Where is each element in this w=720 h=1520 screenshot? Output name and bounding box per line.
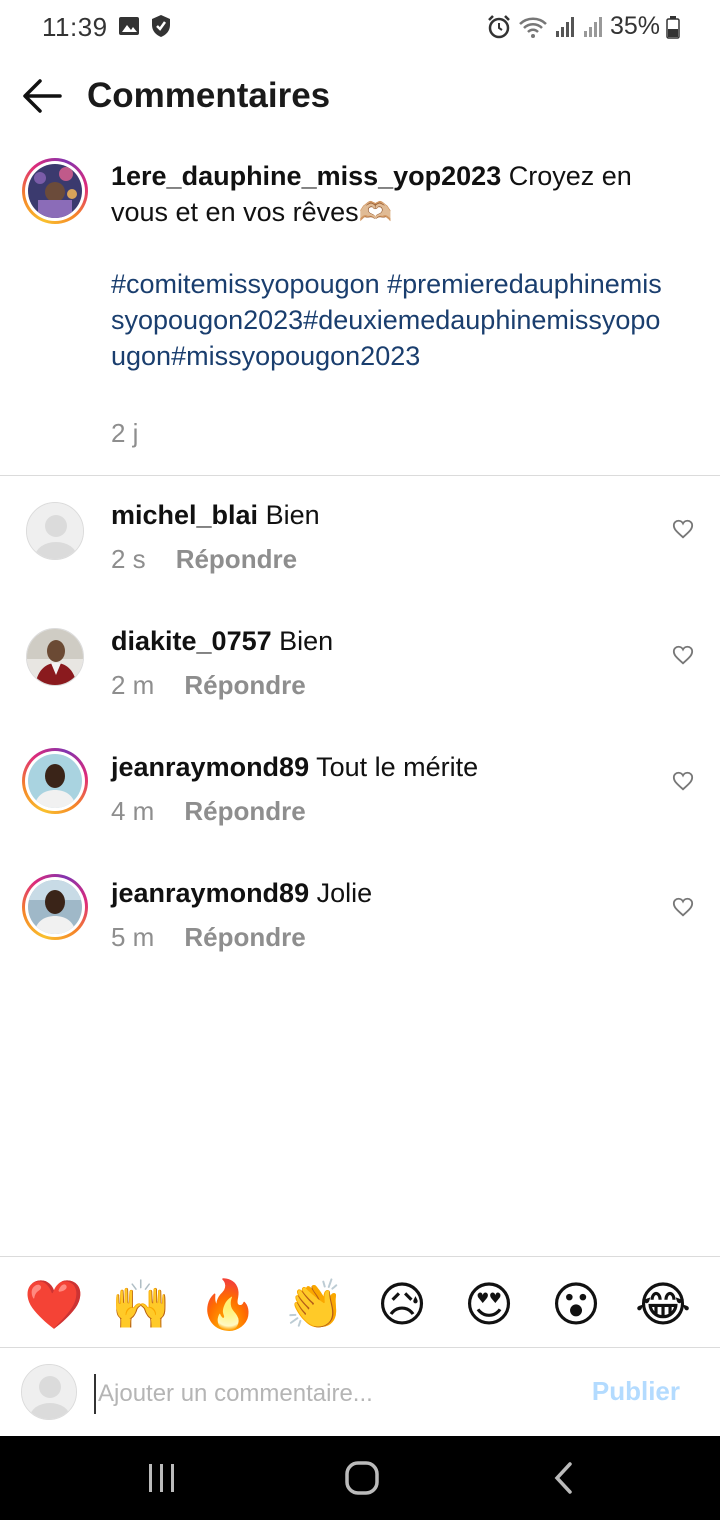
heart-icon[interactable] (672, 896, 694, 918)
emoji-fire[interactable]: 🔥 (198, 1275, 258, 1335)
avatar[interactable] (26, 628, 84, 686)
comment-item: michel_blai Bien 2 s Répondre (0, 500, 720, 610)
reply-button[interactable]: Répondre (184, 922, 305, 953)
battery-icon (666, 15, 680, 39)
avatar (21, 1364, 77, 1420)
reply-button[interactable]: Répondre (184, 796, 305, 827)
back-button[interactable] (20, 76, 64, 116)
caption-time: 2 j (111, 418, 139, 448)
wifi-icon (519, 17, 547, 38)
comment-username[interactable]: jeanraymond89 (111, 752, 309, 782)
comment-text: Tout le mérite (309, 752, 479, 782)
reply-button[interactable]: Répondre (184, 670, 305, 701)
divider (0, 475, 720, 476)
comment-username[interactable]: diakite_0757 (111, 626, 272, 656)
comment-composer: Publier (0, 1350, 720, 1436)
header: Commentaires (0, 60, 720, 132)
recent-apps-button[interactable] (140, 1458, 184, 1498)
image-icon (119, 17, 139, 35)
arrow-left-icon (23, 79, 62, 113)
emoji-heart[interactable]: ❤️ (24, 1275, 84, 1335)
back-nav-button[interactable] (542, 1458, 586, 1498)
chevron-left-icon (554, 1462, 572, 1494)
comment-time: 2 s (111, 544, 146, 574)
comment-item: jeanraymond89 Tout le mérite 4 m Répondr… (0, 748, 720, 862)
comment-time: 4 m (111, 796, 155, 826)
status-time: 11:39 (42, 12, 108, 42)
signal-icon (583, 16, 602, 37)
reply-button[interactable]: Répondre (176, 544, 297, 575)
comment-username[interactable]: jeanraymond89 (111, 878, 309, 908)
caption-hashtags[interactable]: #comitemissyopougon #premieredauphinemis… (111, 266, 671, 374)
heart-icon[interactable] (672, 518, 694, 540)
emoji-quick-bar: ❤️ 🙌 🔥 👏 😥 😍 😮 😂 (0, 1256, 720, 1348)
emoji-clapping[interactable]: 👏 (285, 1275, 345, 1335)
avatar[interactable] (26, 502, 84, 560)
comment-username[interactable]: michel_blai (111, 500, 258, 530)
battery-percent: 35% (609, 12, 660, 40)
avatar[interactable] (22, 874, 88, 940)
emoji-sad[interactable]: 😥 (372, 1275, 432, 1335)
emoji-laughing[interactable]: 😂 (633, 1275, 693, 1335)
publish-button[interactable]: Publier (592, 1376, 680, 1407)
comment-text: Bien (271, 626, 334, 656)
post-caption: 1ere_dauphine_miss_yop2023 Croyez en vou… (0, 150, 720, 476)
comment-text: Bien (258, 500, 320, 530)
comment-time: 2 m (111, 670, 155, 700)
comment-text: Jolie (309, 878, 373, 908)
comment-input[interactable] (94, 1374, 554, 1414)
heart-icon[interactable] (672, 644, 694, 666)
status-bar: 11:39 35% (0, 0, 720, 56)
emoji-raising-hands[interactable]: 🙌 (111, 1275, 171, 1335)
comment-time: 5 m (111, 922, 155, 952)
signal-icon (555, 16, 574, 37)
avatar[interactable] (22, 748, 88, 814)
shield-icon (152, 15, 170, 37)
comment-item: diakite_0757 Bien 2 m Répondre (0, 626, 720, 736)
home-button[interactable] (340, 1458, 384, 1498)
alarm-icon (488, 14, 510, 38)
system-nav-bar (0, 1436, 720, 1520)
caption-username[interactable]: 1ere_dauphine_miss_yop2023 (111, 161, 501, 191)
avatar[interactable] (22, 158, 88, 224)
heart-icon[interactable] (672, 770, 694, 792)
emoji-surprised[interactable]: 😮 (546, 1275, 606, 1335)
home-icon (345, 1461, 379, 1495)
emoji-heart-eyes[interactable]: 😍 (459, 1275, 519, 1335)
page-title: Commentaires (87, 76, 331, 115)
recent-apps-icon (149, 1464, 174, 1492)
comment-item: jeanraymond89 Jolie 5 m Répondre (0, 874, 720, 988)
